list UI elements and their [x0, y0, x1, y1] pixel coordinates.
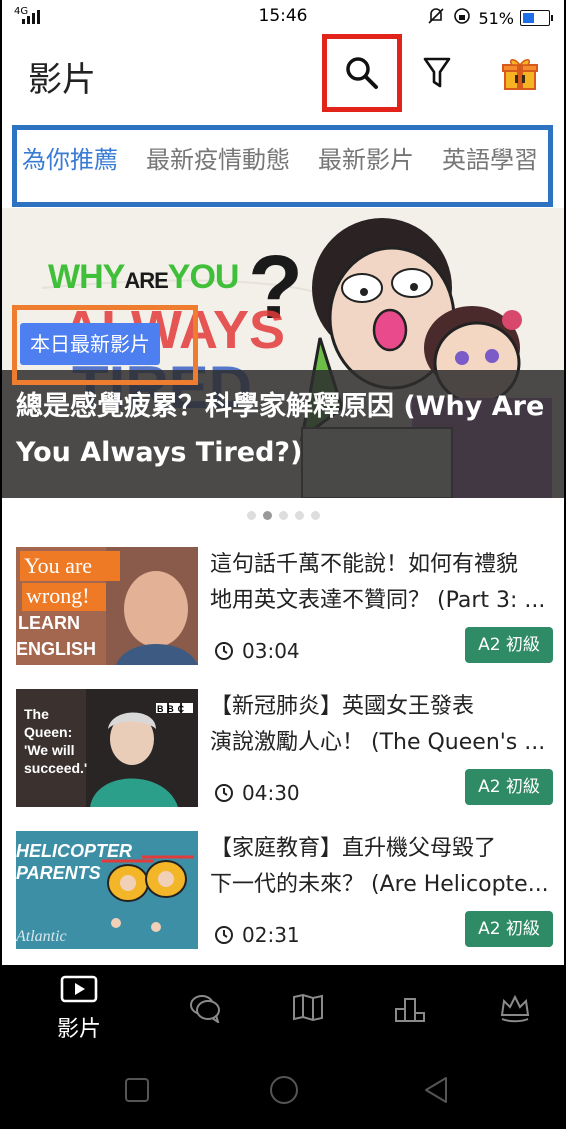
carousel-dots: [2, 511, 564, 520]
app-header: 影片: [2, 34, 564, 118]
play-icon: [60, 975, 98, 1003]
rotation-lock-icon: [452, 6, 472, 30]
battery-percent: 51%: [478, 8, 514, 28]
nav-videos-label: 影片: [56, 1017, 101, 1042]
level-badge: A2 初級: [465, 627, 553, 663]
gift-button[interactable]: [490, 43, 550, 103]
page-title: 影片: [28, 60, 96, 100]
filter-icon: [423, 57, 451, 88]
duration-text: 04:30: [242, 781, 300, 805]
thumbnail-text: 'We will: [24, 742, 75, 758]
video-title-line: 【新冠肺炎】英國女王發表: [210, 694, 475, 719]
video-title-line: 【家庭教育】直升機父母毀了: [210, 836, 497, 861]
app-screen: 4G 15:46 51% 影片 為你推薦 最新疫情動態 最新影片 英語學習 WH…: [0, 0, 566, 1129]
video-title-line: 這句話千萬不能說！如何有禮貌: [210, 552, 519, 577]
badge-highlight: [12, 305, 198, 385]
video-thumbnail: You are wrong! LEARN ENGLISH: [16, 547, 198, 665]
carousel-dot[interactable]: [294, 511, 304, 520]
thumbnail-text: ENGLISH: [16, 639, 96, 659]
video-title-line: 地用英文表達不贊同？ (Part 3: ...: [210, 588, 546, 613]
thumbnail-text: LEARN: [18, 613, 80, 633]
gift-icon: [502, 59, 538, 90]
nav-ranking[interactable]: [370, 993, 450, 1027]
thumbnail-text: Atlantic: [16, 928, 67, 945]
video-title: 【家庭教育】直升機父母毀了 下一代的未來？ (Are Helicopte...: [210, 831, 560, 903]
duration-text: 03:04: [242, 639, 300, 663]
book-icon: [293, 993, 323, 1022]
thumbnail-text: You are: [24, 553, 92, 578]
filter-button[interactable]: [407, 43, 467, 103]
featured-video-title[interactable]: 總是感覺疲累？科學家解釋原因 (Why Are You Always Tired…: [16, 384, 546, 476]
thumbnail-text: The: [24, 706, 49, 722]
thumbnail-logo: BBC: [157, 704, 188, 714]
carousel-dot[interactable]: [278, 511, 288, 520]
video-duration: 03:04: [214, 639, 300, 663]
level-badge: A2 初級: [465, 769, 553, 805]
video-title: 這句話千萬不能說！如何有禮貌 地用英文表達不贊同？ (Part 3: ...: [210, 547, 560, 619]
clock-icon: [215, 642, 233, 660]
video-thumbnail: BBC The Queen: 'We will succeed.': [16, 689, 198, 807]
carousel-dot-active[interactable]: [262, 511, 272, 520]
thumbnail-text: HELICOPTER: [16, 841, 132, 861]
video-list-item[interactable]: You are wrong! LEARN ENGLISH 這句話千萬不能說！如何…: [2, 547, 564, 679]
battery-icon: [520, 10, 553, 26]
system-navigation-bar: [2, 1058, 564, 1128]
tabs-highlight: [12, 125, 553, 207]
podium-icon: [395, 998, 425, 1022]
video-title: 【新冠肺炎】英國女王發表 演說激勵人心！ (The Queen's ...: [210, 689, 560, 761]
carousel-dot[interactable]: [246, 511, 256, 520]
video-list-item[interactable]: BBC The Queen: 'We will succeed.' 【新冠肺炎】…: [2, 689, 564, 821]
nav-membership[interactable]: [475, 993, 555, 1027]
status-bar: 4G 15:46 51%: [2, 0, 564, 34]
video-title-line: 演說激勵人心！ (The Queen's ...: [210, 730, 546, 755]
video-list-item[interactable]: HELICOPTER PARENTS Atlantic 【家庭教育】直升機父母毀…: [2, 831, 564, 963]
chat-icon: [190, 995, 220, 1025]
thumbnail-text: wrong!: [26, 583, 90, 608]
search-highlight-box: [322, 34, 402, 112]
duration-text: 02:31: [242, 923, 300, 947]
mute-icon: [426, 6, 446, 30]
carousel-dot[interactable]: [310, 511, 320, 520]
clock-icon: [215, 784, 233, 802]
video-thumbnail: HELICOPTER PARENTS Atlantic: [16, 831, 198, 949]
crown-icon: [500, 994, 530, 1023]
thumbnail-text: PARENTS: [16, 863, 101, 883]
back-icon[interactable]: [422, 1075, 450, 1105]
nav-videos[interactable]: 影片: [39, 975, 119, 1043]
clock-icon: [215, 926, 233, 944]
video-title-line: 下一代的未來？ (Are Helicopte...: [210, 872, 549, 897]
home-icon[interactable]: [268, 1074, 300, 1106]
recent-apps-icon[interactable]: [124, 1077, 150, 1103]
thumbnail-text: succeed.': [24, 760, 87, 776]
video-duration: 02:31: [214, 923, 300, 947]
thumbnail-text: Queen:: [24, 724, 72, 740]
level-badge: A2 初級: [465, 911, 553, 947]
nav-discussion[interactable]: [165, 993, 245, 1027]
video-duration: 04:30: [214, 781, 300, 805]
nav-vocabulary[interactable]: [268, 993, 348, 1027]
